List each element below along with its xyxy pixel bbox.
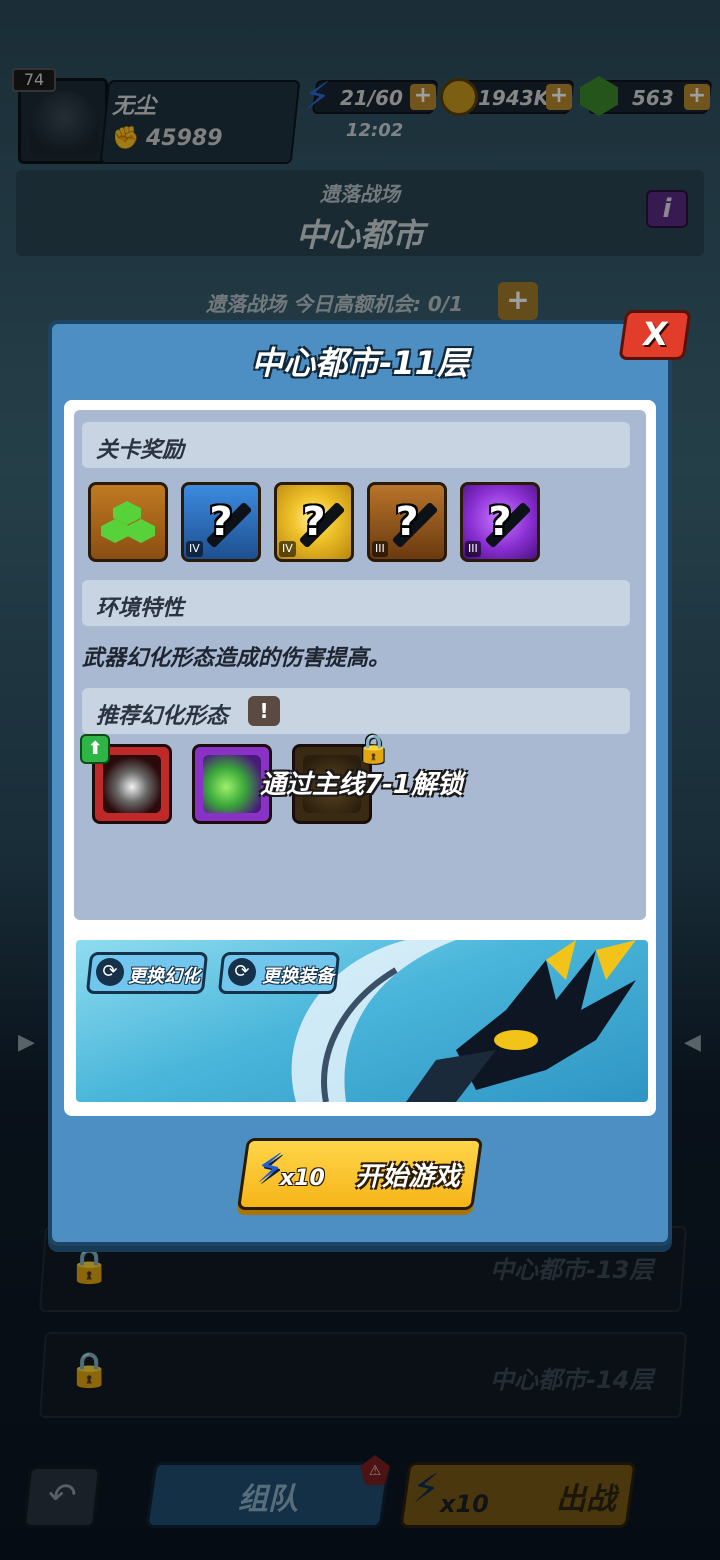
close-button[interactable]: X	[618, 310, 692, 360]
swap-icon: ⟳	[96, 958, 124, 986]
dialog-title: 中心都市-11层	[251, 344, 469, 382]
green-serpent-icon	[203, 755, 261, 813]
reward-item-gems[interactable]	[88, 482, 168, 562]
upgrade-arrow-icon: ⬆	[80, 734, 110, 764]
recommend-info-icon[interactable]: !	[248, 696, 280, 726]
tier-badge: III	[465, 541, 481, 557]
reward-item-weapon-iii-purple[interactable]: ? III	[460, 482, 540, 562]
padlock-icon: 🔒	[356, 732, 391, 765]
unlock-requirement-text: 通过主线7-1解锁	[260, 770, 463, 800]
recommend-header-label: 推荐幻化形态	[96, 704, 229, 729]
tier-badge: IV	[279, 541, 296, 557]
tier-badge: III	[372, 541, 388, 557]
reward-item-weapon-iv-gold[interactable]: ? IV	[274, 482, 354, 562]
close-icon: X	[640, 315, 671, 353]
start-cost: x10	[280, 1166, 325, 1191]
rewards-header-label: 关卡奖励	[96, 438, 185, 463]
swap-form-label: 更换幻化	[128, 966, 200, 987]
start-game-label: 开始游戏	[356, 1162, 461, 1192]
reward-item-weapon-iii-bronze[interactable]: ? III	[367, 482, 447, 562]
tier-badge: IV	[186, 541, 203, 557]
swap-gear-label: 更换装备	[262, 966, 334, 987]
environment-header-label: 环境特性	[96, 596, 185, 621]
swap-icon: ⟳	[228, 958, 256, 986]
reward-item-weapon-iv-blue[interactable]: ? IV	[181, 482, 261, 562]
environment-description: 武器幻化形态造成的伤害提高。	[82, 646, 391, 671]
antlered-spirit-icon	[103, 755, 161, 813]
